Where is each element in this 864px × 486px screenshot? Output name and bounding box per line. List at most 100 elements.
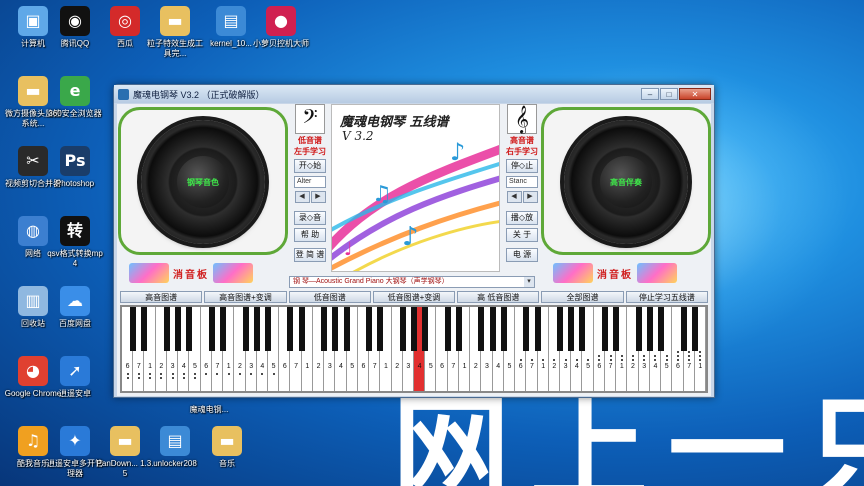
black-key[interactable] <box>321 307 328 351</box>
key-number: 6 <box>125 363 130 370</box>
black-key[interactable] <box>130 307 137 351</box>
score-tab[interactable]: 停止学习五线谱 <box>625 291 708 303</box>
key-number: 5 <box>428 363 433 370</box>
black-key[interactable] <box>478 307 485 351</box>
desktop-icon[interactable]: ▤ unlocker208 <box>146 426 204 469</box>
svg-text:♩: ♩ <box>344 239 353 260</box>
black-key[interactable] <box>141 307 148 351</box>
black-key[interactable] <box>658 307 665 351</box>
key-number: 1 <box>148 363 153 370</box>
key-number: 1 <box>541 363 546 370</box>
octave-dot <box>126 377 129 379</box>
black-key[interactable] <box>186 307 193 351</box>
desktop-icon[interactable]: ➚ 逍遥安卓 <box>46 356 104 399</box>
record-button[interactable]: 录◇音 <box>294 211 326 225</box>
black-key[interactable] <box>455 307 462 351</box>
score-tab[interactable]: 高 低音图谱 <box>457 291 540 303</box>
desktop-icon-label: 百度网盘 <box>59 319 91 328</box>
black-key[interactable] <box>557 307 563 351</box>
octave-dot <box>137 377 140 379</box>
power-button[interactable]: 电 源 <box>506 248 538 262</box>
black-key[interactable] <box>377 307 384 351</box>
black-key[interactable] <box>646 307 653 351</box>
score-tab[interactable]: 高音图谱 <box>120 291 203 303</box>
desktop-icon[interactable]: e 360安全浏览器 <box>46 76 104 119</box>
key-number: 2 <box>395 363 400 370</box>
start-button[interactable]: 开◇始 <box>294 159 326 173</box>
black-key[interactable] <box>343 307 350 351</box>
black-key[interactable] <box>298 307 305 351</box>
score-tab[interactable]: 全部图谱 <box>541 291 624 303</box>
desktop-icon[interactable]: ▬ 粒子特效生成工具完... <box>146 6 204 59</box>
black-key[interactable] <box>253 307 260 351</box>
black-key[interactable] <box>411 307 417 351</box>
load-score-button[interactable]: 登 简 谱 <box>294 248 326 262</box>
window-titlebar[interactable]: 魔魂电钢琴 V3.2 （正式破解版） – □ ✕ <box>114 85 714 103</box>
black-key[interactable] <box>534 307 541 351</box>
black-key[interactable] <box>523 307 530 351</box>
left-next-arrow-icon[interactable]: ▶ <box>310 191 326 203</box>
partial-desktop-label[interactable]: 魔魂电钢... <box>180 402 238 415</box>
black-key[interactable] <box>613 307 620 351</box>
black-key[interactable] <box>444 307 451 351</box>
key-number: 3 <box>642 363 647 370</box>
black-key[interactable] <box>399 307 406 351</box>
desktop-icon[interactable]: ● 小萝贝控机大师 <box>252 6 310 49</box>
chevron-down-icon[interactable]: ▾ <box>524 277 534 287</box>
window-client-area: 钢琴音色 𝄢 低音谱 左手学习 开◇始 Alter ◀ ▶ 录◇音 帮 助 登 … <box>117 104 711 396</box>
stop-button[interactable]: 停◇止 <box>506 159 538 173</box>
instrument-select[interactable]: 钢 琴—Acoustic Grand Piano 大钢琴（声学钢琴） ▾ <box>289 276 535 288</box>
desktop-icon[interactable]: ☁ 百度网盘 <box>46 286 104 329</box>
folder-icon: ▬ <box>110 426 140 456</box>
score-tab[interactable]: 低音图谱 <box>288 291 371 303</box>
score-tab[interactable]: 低音图谱+变调 <box>372 291 456 303</box>
left-prev-arrow-icon[interactable]: ◀ <box>294 191 310 203</box>
key-number: 7 <box>372 363 377 370</box>
browser-360-icon: e <box>60 76 90 106</box>
black-key[interactable] <box>332 307 339 351</box>
desktop-icon[interactable]: 转 qsv格式转换mp4 <box>46 216 104 269</box>
desktop-icon-label: unlocker208 <box>153 459 197 468</box>
octave-dot <box>676 355 679 357</box>
minimize-button[interactable]: – <box>641 88 659 100</box>
black-key[interactable] <box>242 307 249 351</box>
key-number: 1 <box>226 363 231 370</box>
piano-keyboard[interactable]: 6712345671234567123456712345671234567123… <box>120 305 708 393</box>
black-key[interactable] <box>220 307 227 351</box>
black-key[interactable] <box>366 307 373 351</box>
black-key[interactable] <box>287 307 294 351</box>
key-number: 5 <box>193 363 197 370</box>
right-select[interactable]: Stanc <box>506 176 538 188</box>
key-number: 4 <box>496 363 501 370</box>
chrome-icon: ◕ <box>18 356 48 386</box>
right-prev-arrow-icon[interactable]: ◀ <box>506 191 522 203</box>
black-key[interactable] <box>208 307 215 351</box>
piano-app-window[interactable]: 魔魂电钢琴 V3.2 （正式破解版） – □ ✕ 钢琴音色 𝄢 低音谱 左手学习… <box>113 84 715 398</box>
black-key[interactable] <box>691 307 698 351</box>
score-tab[interactable]: 高音图谱+变调 <box>204 291 287 303</box>
key-number: 4 <box>260 363 265 370</box>
play-button[interactable]: 播◇放 <box>506 211 538 225</box>
help-button[interactable]: 帮 助 <box>294 228 326 242</box>
black-key[interactable] <box>163 307 170 351</box>
key-number: 7 <box>529 363 534 370</box>
black-key[interactable] <box>489 307 496 351</box>
black-key[interactable] <box>680 307 687 351</box>
black-key[interactable] <box>601 307 608 351</box>
black-key[interactable] <box>635 307 642 351</box>
black-key[interactable] <box>500 307 507 351</box>
black-key[interactable] <box>579 307 586 351</box>
close-button[interactable]: ✕ <box>679 88 711 100</box>
octave-dot <box>272 373 275 375</box>
black-key[interactable] <box>422 307 429 351</box>
black-key[interactable] <box>568 307 575 351</box>
black-key[interactable] <box>265 307 271 351</box>
maximize-button[interactable]: □ <box>660 88 678 100</box>
baidu-pan-icon: ☁ <box>60 286 90 316</box>
desktop-icon[interactable]: Ps Photoshop <box>46 146 104 189</box>
right-next-arrow-icon[interactable]: ▶ <box>522 191 538 203</box>
about-button[interactable]: 关 于 <box>506 228 538 242</box>
desktop-icon[interactable]: ▬ 音乐 <box>198 426 256 469</box>
black-key[interactable] <box>175 307 182 351</box>
left-select[interactable]: Alter <box>294 176 326 188</box>
